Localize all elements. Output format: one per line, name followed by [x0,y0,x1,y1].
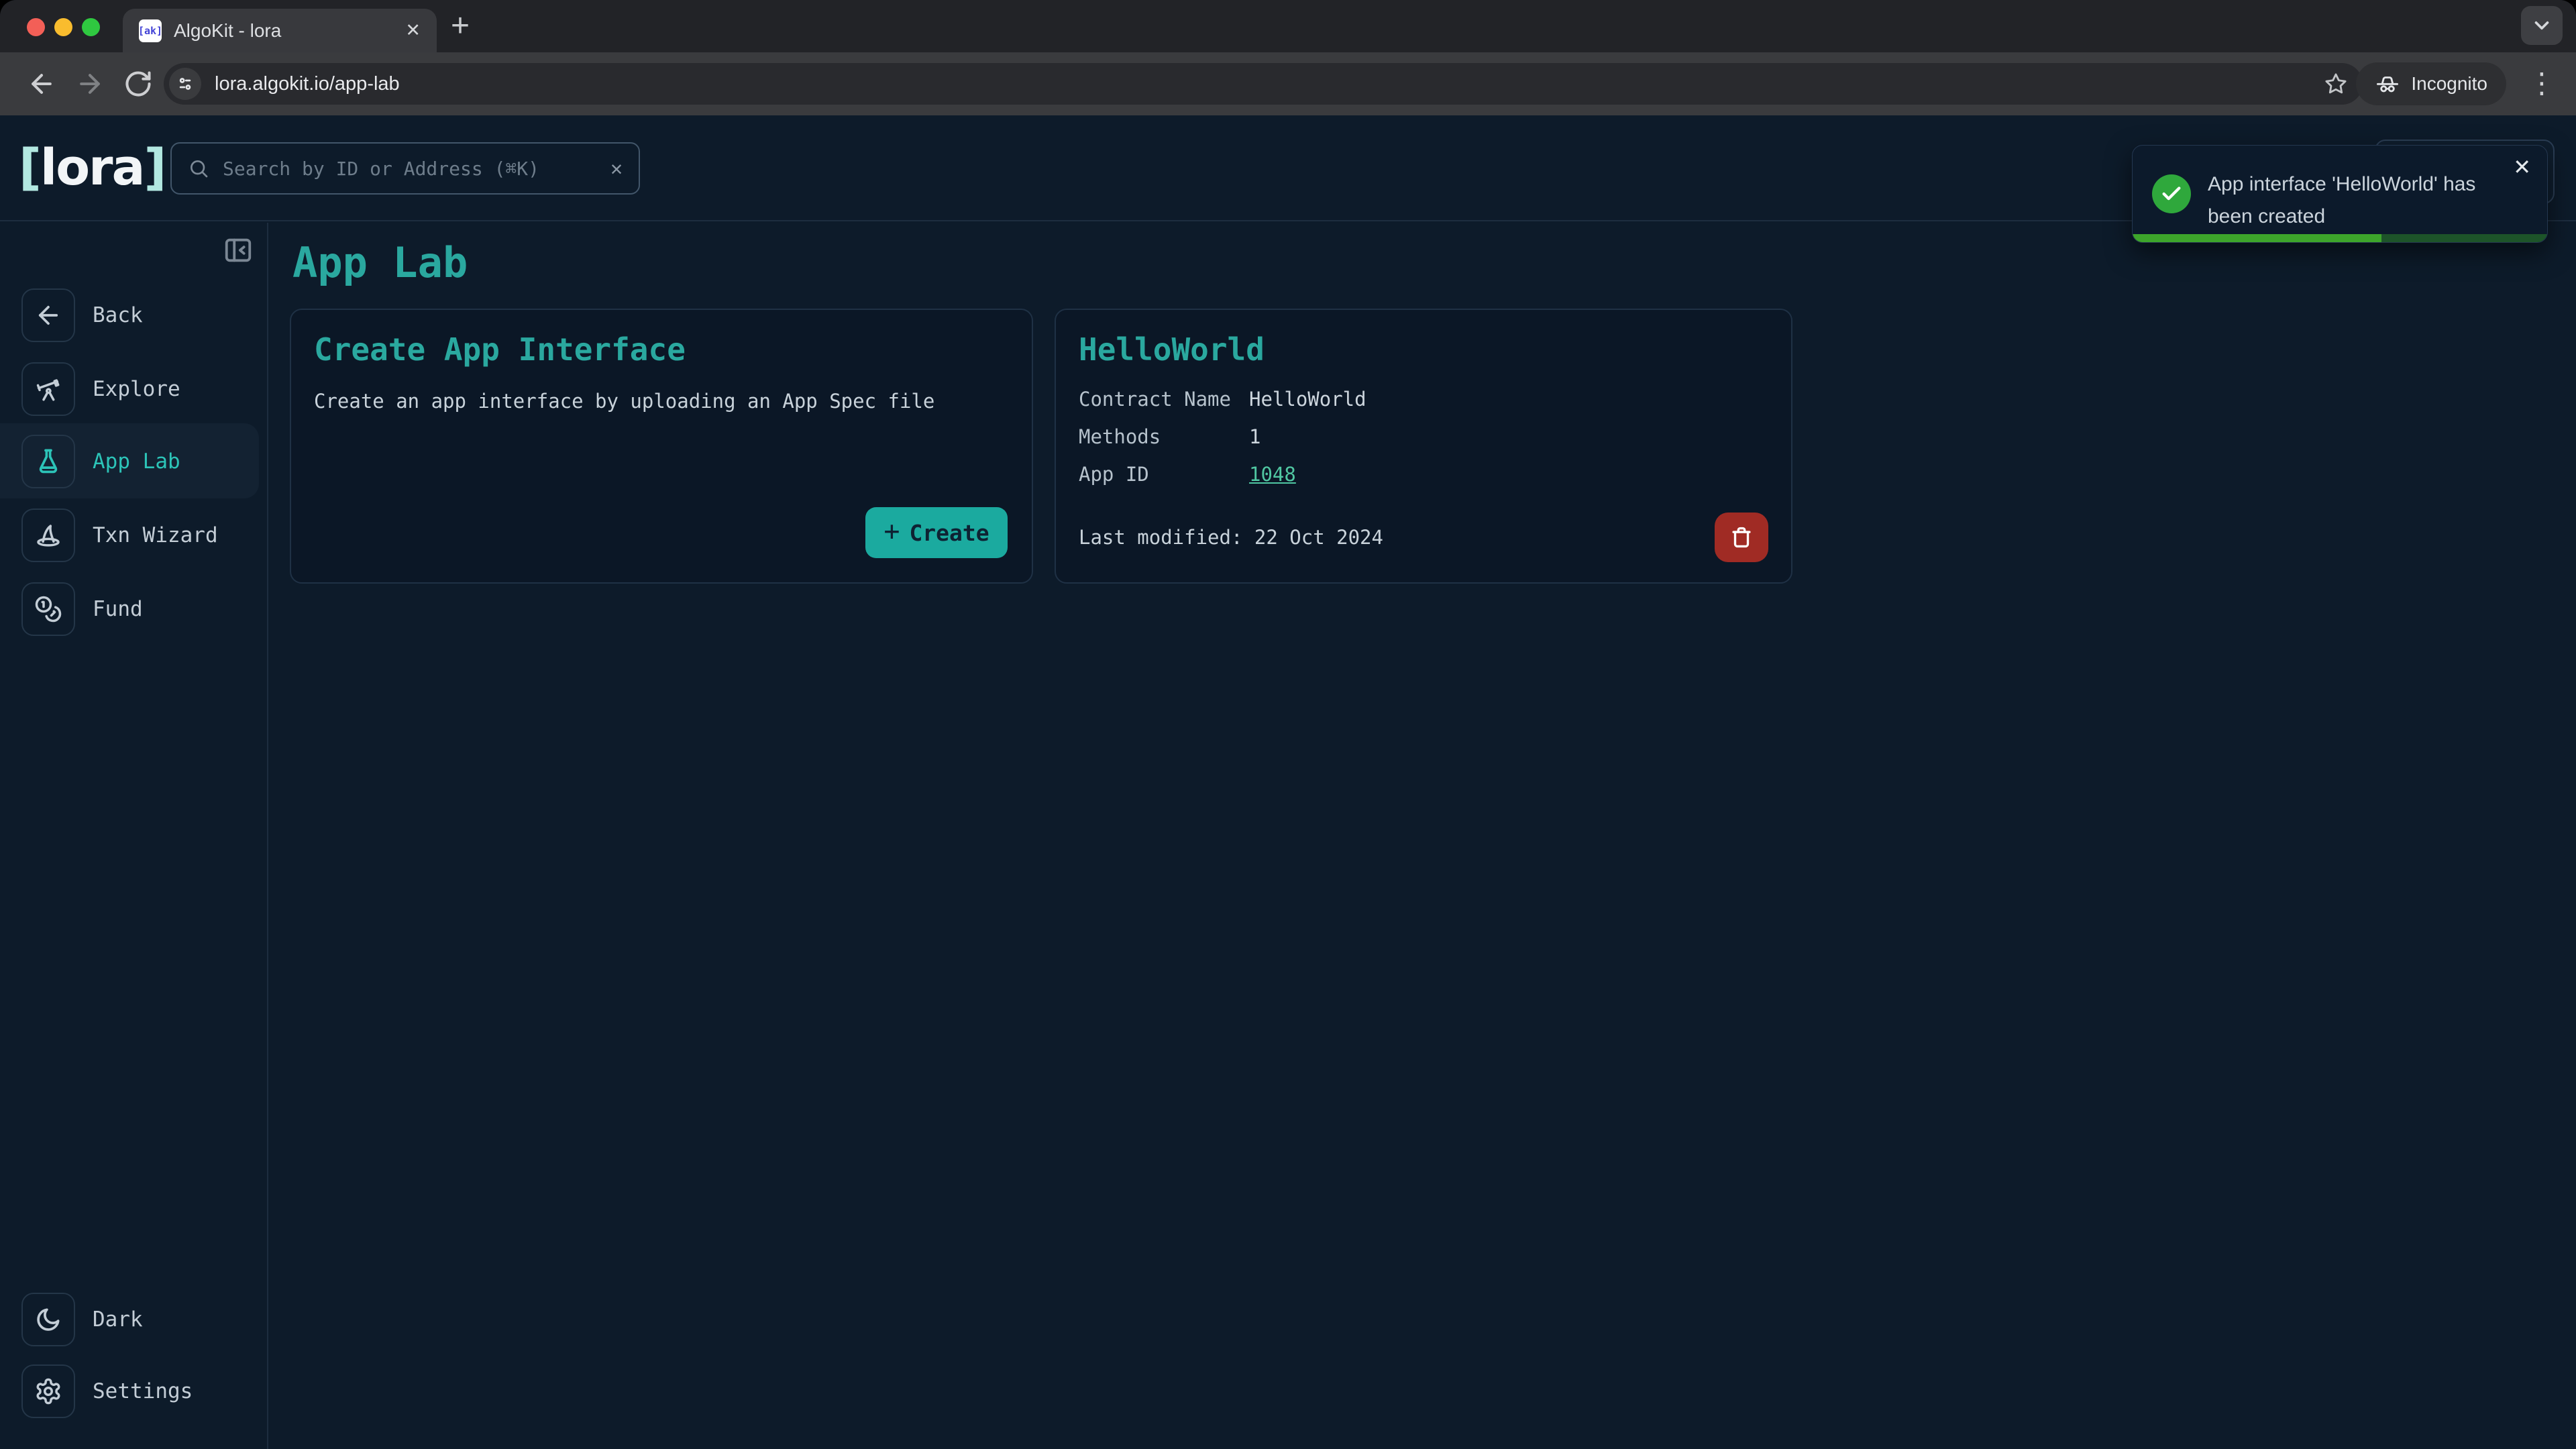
delete-app-interface-button[interactable] [1715,513,1768,562]
sidebar-item-fund[interactable]: Fund [0,582,259,636]
row-label: Methods [1079,425,1249,448]
coins-icon [34,595,62,623]
incognito-icon [2375,71,2400,97]
flask-icon [34,447,62,476]
forward-button[interactable] [75,69,105,99]
contract-name-row: Contract Name HelloWorld [1079,388,1768,411]
toast-close-icon[interactable]: ✕ [2513,156,2531,178]
row-label: App ID [1079,463,1249,486]
browser-menu-button[interactable]: ⋮ [2528,62,2556,105]
panel-collapse-icon [223,235,254,266]
logo-name: lora [40,139,144,197]
url-text[interactable]: lora.algokit.io/app-lab [215,73,2324,95]
trash-icon [1729,525,1754,550]
tab-strip: [ak] AlgoKit - lora ✕ + [0,0,2576,52]
toast-message-line1: App interface 'HelloWorld' has [2208,168,2475,201]
sidebar-item-txn-wizard[interactable]: Txn Wizard [0,508,259,562]
last-modified-text: Last modified: 22 Oct 2024 [1079,526,1383,549]
lora-logo[interactable]: [lora] [19,139,165,197]
app-card-details: Contract Name HelloWorld Methods 1 App I… [1079,388,1768,486]
toast-notification: App interface 'HelloWorld' has been crea… [2132,145,2548,243]
incognito-badge: Incognito [2356,62,2506,105]
fullscreen-window-button[interactable] [82,18,100,36]
back-button[interactable] [27,69,56,99]
plus-icon: + [883,516,900,547]
methods-row: Methods 1 [1079,425,1768,448]
star-icon [2324,72,2348,96]
app-card-title: HelloWorld [1079,330,1768,369]
app-card-footer: Last modified: 22 Oct 2024 [1079,513,1768,562]
minimize-window-button[interactable] [54,18,72,36]
row-value: 1 [1249,425,1260,448]
tune-icon [175,74,195,94]
tab-close-icon[interactable]: ✕ [405,20,421,41]
chevron-down-icon [2530,14,2553,37]
sidebar-item-label: App Lab [93,449,180,474]
browser-tab[interactable]: [ak] AlgoKit - lora ✕ [123,9,437,52]
sidebar-item-label: Txn Wizard [93,523,218,547]
sidebar-item-label: Back [93,303,143,327]
browser-toolbar: lora.algokit.io/app-lab Incognito ⋮ [0,52,2576,115]
row-value: HelloWorld [1249,388,1366,411]
reload-icon [123,69,153,99]
arrow-right-icon [75,69,105,99]
success-check-icon [2152,174,2191,213]
window-controls [27,18,100,36]
sidebar-item-label: Dark [93,1307,143,1332]
sidebar-item-explore[interactable]: Explore [0,362,259,416]
sidebar-collapse-button[interactable] [223,235,254,266]
create-button[interactable]: + Create [865,507,1008,558]
sidebar-item-settings[interactable]: Settings [0,1364,259,1418]
search-bar[interactable]: ✕ [170,142,640,195]
toast-progress-track [2133,234,2547,242]
sidebar-item-app-lab[interactable]: App Lab [0,435,259,488]
logo-bracket-left: [ [19,139,40,197]
browser-window: [ak] AlgoKit - lora ✕ + lora.algokit.io/… [0,0,2576,1449]
arrow-left-icon [34,301,62,329]
telescope-icon [34,375,62,403]
site-settings-button[interactable] [169,68,201,100]
reload-button[interactable] [123,69,153,99]
app-interface-card[interactable]: HelloWorld Contract Name HelloWorld Meth… [1055,309,1792,584]
sidebar: Back Explore App Lab Txn Wizard Fund [0,223,268,1449]
tab-search-button[interactable] [2521,6,2563,45]
search-input[interactable] [221,157,598,180]
address-bar[interactable]: lora.algokit.io/app-lab [164,63,2363,105]
tab-title: AlgoKit - lora [174,20,393,42]
arrow-left-icon [27,69,56,99]
wizard-hat-icon [34,521,62,549]
incognito-label: Incognito [2411,73,2487,95]
sidebar-item-back[interactable]: Back [0,288,259,342]
search-icon [188,158,209,179]
app-id-row: App ID 1048 [1079,463,1768,486]
close-window-button[interactable] [27,18,45,36]
create-card-title: Create App Interface [314,330,1009,369]
logo-bracket-right: ] [144,139,165,197]
search-clear-icon[interactable]: ✕ [610,157,623,180]
sidebar-item-dark-mode[interactable]: Dark [0,1293,259,1346]
toast-message-line2: been created [2208,201,2475,233]
bookmark-button[interactable] [2324,72,2348,96]
row-label: Contract Name [1079,388,1249,411]
sidebar-item-label: Explore [93,377,180,401]
sidebar-item-label: Fund [93,597,143,621]
tab-favicon: [ak] [139,19,162,42]
new-tab-button[interactable]: + [451,7,470,46]
moon-icon [34,1305,62,1334]
toast-progress-fill [2133,234,2381,242]
create-card-description: Create an app interface by uploading an … [314,388,1009,415]
sidebar-item-label: Settings [93,1379,193,1403]
create-button-label: Create [909,520,989,546]
app-id-link[interactable]: 1048 [1249,463,1296,486]
gear-icon [34,1377,62,1405]
toast-message: App interface 'HelloWorld' has been crea… [2208,168,2475,233]
create-app-interface-card: Create App Interface Create an app inter… [290,309,1033,584]
page-title: App Lab [292,241,468,284]
